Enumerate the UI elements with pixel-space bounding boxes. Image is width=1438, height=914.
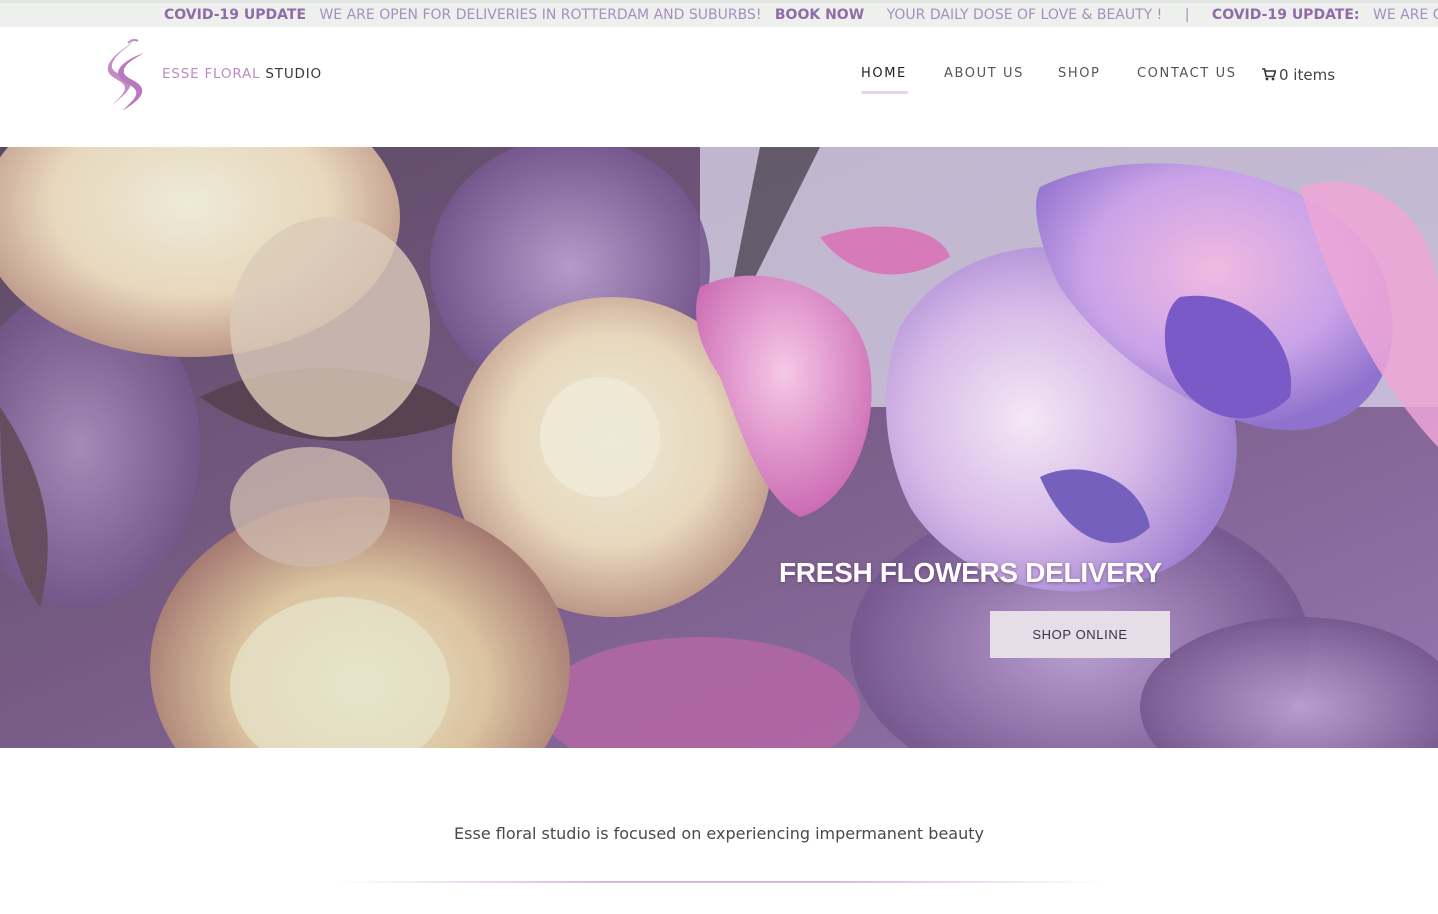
hero-flowers-image [0, 147, 1438, 748]
site-header: ESSE FLORAL STUDIO HOME ABOUT US SHOP CO… [0, 27, 1438, 147]
nav-item-contact-us[interactable]: CONTACT US [1137, 66, 1237, 81]
book-now-link[interactable]: BOOK NOW [775, 3, 864, 27]
shop-online-button[interactable]: SHOP ONLINE [990, 611, 1170, 658]
main-nav: HOME ABOUT US SHOP CONTACT US [0, 66, 1438, 106]
hero-title: FRESH FLOWERS DELIVERY [779, 557, 1162, 588]
ticker-separator: | [1184, 7, 1190, 23]
delivery-message-repeat: WE ARE OPE [1372, 7, 1438, 23]
announcement-ticker: COVID-19 UPDATE WE ARE OPEN FOR DELIVERI… [0, 0, 1438, 27]
cart-count: 0 items [1279, 66, 1336, 84]
shopping-cart-icon [1262, 68, 1277, 81]
hero-banner: FRESH FLOWERS DELIVERY SHOP ONLINE [0, 147, 1438, 748]
intro-tagline: Esse floral studio is focused on experie… [454, 824, 984, 843]
active-nav-indicator [861, 91, 908, 94]
covid-update-label: COVID-19 UPDATE [164, 7, 307, 23]
cart-link[interactable]: 0 items [1262, 66, 1335, 84]
daily-dose-message: YOUR DAILY DOSE OF LOVE & BEAUTY ! [886, 7, 1163, 23]
covid-update-label-repeat: COVID-19 UPDATE: [1211, 7, 1360, 23]
nav-item-home[interactable]: HOME [861, 66, 907, 81]
nav-item-about-us[interactable]: ABOUT US [944, 66, 1024, 81]
section-divider [335, 881, 1105, 883]
nav-item-shop[interactable]: SHOP [1058, 66, 1101, 81]
delivery-message: WE ARE OPEN FOR DELIVERIES IN ROTTERDAM … [319, 7, 762, 23]
